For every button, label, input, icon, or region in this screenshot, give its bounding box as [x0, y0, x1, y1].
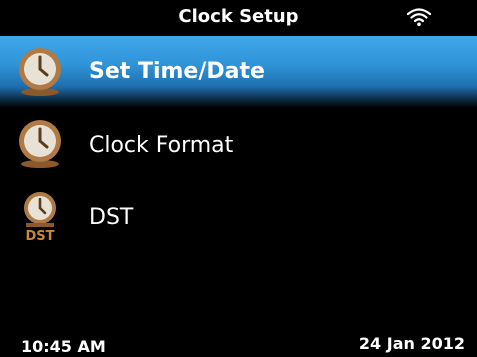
- current-time: 10:45 AM: [21, 337, 106, 356]
- current-date: 24 Jan 2012: [358, 334, 465, 353]
- wifi-icon: [406, 8, 432, 27]
- clock-icon: [19, 48, 61, 96]
- menu-item-clock-format[interactable]: Clock Format: [0, 108, 477, 180]
- status-footer: 10:45 AM 24 Jan 2012: [0, 322, 477, 357]
- svg-text:DST: DST: [25, 229, 54, 242]
- menu-item-label: DST: [89, 205, 134, 230]
- menu-item-label: Set Time/Date: [89, 59, 265, 84]
- menu-item-dst[interactable]: DST DST: [0, 180, 477, 252]
- clock-icon: [19, 120, 61, 168]
- header-bar: Clock Setup: [0, 0, 477, 34]
- menu-item-set-time-date[interactable]: Set Time/Date: [0, 36, 477, 108]
- menu-item-label: Clock Format: [89, 133, 234, 158]
- clock-dst-icon: DST: [24, 192, 56, 242]
- clock-setup-screen: Clock Setup Set Time/Date Clock Format D…: [0, 0, 477, 357]
